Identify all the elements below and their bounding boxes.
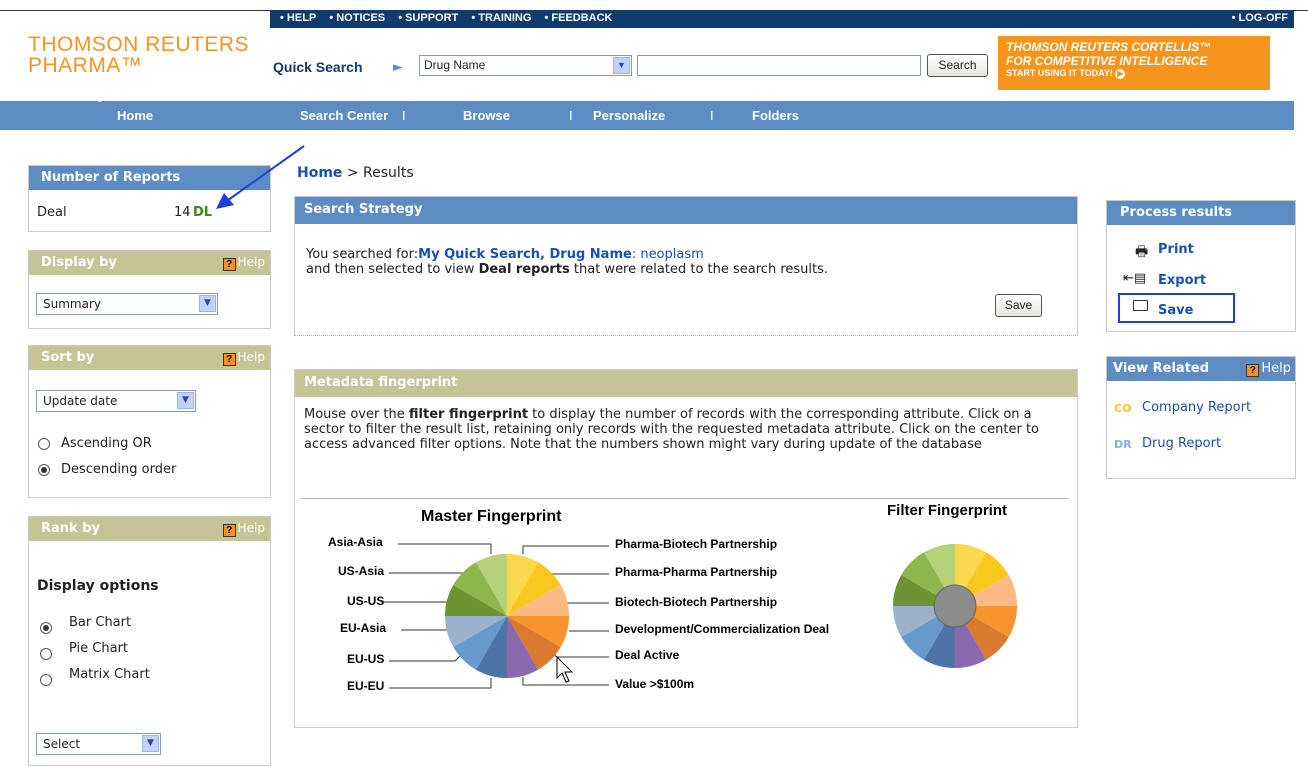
sort-by-panel: Sort by ? Help Update date ▼ Ascending OR… bbox=[28, 345, 271, 498]
support-link[interactable]: • SUPPORT bbox=[398, 12, 458, 24]
help-link[interactable]: • HELP bbox=[280, 12, 316, 24]
master-fingerprint-pie[interactable] bbox=[445, 554, 569, 678]
play-arrow-icon: ► bbox=[393, 60, 403, 75]
nav-personalize[interactable]: Personalize bbox=[593, 108, 665, 123]
nav-home[interactable]: Home bbox=[117, 108, 153, 123]
export-link[interactable]: Export bbox=[1158, 273, 1206, 288]
descending-label: Descending order bbox=[61, 462, 177, 477]
training-link[interactable]: • TRAINING bbox=[471, 12, 531, 24]
pie-chart-label: Pie Chart bbox=[69, 641, 129, 656]
save-search-button[interactable]: Save bbox=[995, 294, 1042, 317]
search-field-value: Drug Name bbox=[424, 58, 486, 72]
promo-line-1: THOMSON REUTERS CORTELLIS™ bbox=[1006, 40, 1212, 54]
pie-chart-radio[interactable] bbox=[40, 648, 52, 660]
descending-radio[interactable] bbox=[38, 464, 50, 476]
fingerprint-graphics bbox=[381, 543, 1017, 689]
rank-by-help[interactable]: ? Help bbox=[222, 521, 265, 537]
promo-line-2: FOR COMPETITIVE INTELLIGENCE bbox=[1006, 54, 1208, 68]
cursor-icon bbox=[556, 655, 574, 683]
nav-folders[interactable]: Folders bbox=[752, 108, 799, 123]
chevron-down-icon[interactable]: ▼ bbox=[613, 57, 630, 74]
view-related-panel: View Related ? Help CO Company Report DR … bbox=[1106, 356, 1296, 479]
display-by-help[interactable]: ? Help bbox=[222, 255, 265, 271]
view-related-help[interactable]: ? Help bbox=[1246, 361, 1291, 377]
display-by-title: Display by ? Help bbox=[29, 251, 270, 275]
deal-report-code[interactable]: DL bbox=[193, 205, 212, 220]
drug-report-link[interactable]: Drug Report bbox=[1142, 436, 1221, 451]
breadcrumb-home-link[interactable]: Home bbox=[297, 165, 342, 181]
rank-by-title: Rank by ? Help bbox=[29, 517, 270, 541]
home-marker: ‾ bbox=[98, 101, 102, 112]
display-by-panel: Display by ? Help Summary ▼ bbox=[28, 250, 271, 329]
company-report-link[interactable]: Company Report bbox=[1142, 400, 1251, 415]
nav-search-center[interactable]: Search Center bbox=[300, 108, 388, 123]
matrix-chart-label: Matrix Chart bbox=[69, 667, 150, 682]
metadata-fingerprint-section: Metadata fingerprint Mouse over the filt… bbox=[294, 369, 1078, 728]
arrow-circle-icon: ▶ bbox=[1115, 69, 1126, 79]
help-icon: ? bbox=[222, 524, 236, 537]
ascending-radio[interactable] bbox=[38, 438, 50, 450]
logoff-link[interactable]: • LOG-OFF bbox=[1232, 12, 1288, 24]
quick-search-label: Quick Search bbox=[273, 59, 363, 75]
cortellis-promo-banner[interactable]: THOMSON REUTERS CORTELLIS™ FOR COMPETITI… bbox=[998, 36, 1270, 90]
report-type: Deal bbox=[37, 205, 67, 220]
save-results-link[interactable]: Save bbox=[1158, 303, 1193, 318]
bar-chart-radio[interactable] bbox=[40, 622, 52, 634]
promo-cta: START USING IT TODAY! ▶ bbox=[1006, 68, 1126, 79]
sort-by-title: Sort by ? Help bbox=[29, 346, 270, 370]
search-strategy-title: Search Strategy bbox=[295, 197, 1077, 224]
thomson-reuters-pharma-logo[interactable]: THOMSON REUTERS PHARMA™ bbox=[28, 34, 249, 76]
sort-by-help[interactable]: ? Help bbox=[222, 350, 265, 366]
view-related-title: View Related ? Help bbox=[1107, 357, 1295, 381]
logo-line-2: PHARMA™ bbox=[28, 54, 143, 77]
help-icon: ? bbox=[222, 258, 236, 271]
feedback-link[interactable]: • FEEDBACK bbox=[544, 12, 612, 24]
drug-code-badge: DR bbox=[1114, 438, 1132, 451]
chevron-down-icon: ▼ bbox=[177, 392, 194, 409]
help-icon: ? bbox=[1246, 364, 1260, 377]
display-options-title: Display options bbox=[37, 578, 159, 594]
matrix-chart-radio[interactable] bbox=[40, 674, 52, 686]
printer-icon: 🖶 bbox=[1135, 244, 1149, 260]
my-quick-search-link[interactable]: My Quick Search, Drug Name bbox=[418, 247, 632, 262]
search-strategy-text: You searched for:My Quick Search, Drug N… bbox=[306, 247, 829, 277]
folder-icon bbox=[1133, 300, 1148, 311]
filter-fingerprint-pie[interactable] bbox=[893, 544, 1017, 668]
process-results-panel: Process results 🖶 Print ⇤▤ Export Save bbox=[1106, 200, 1296, 332]
report-count: 14 bbox=[174, 205, 191, 220]
top-utility-bar: • HELP • NOTICES • SUPPORT • TRAINING • … bbox=[270, 10, 1294, 28]
display-by-select[interactable]: Summary ▼ bbox=[36, 293, 218, 315]
nav-separator: I bbox=[710, 108, 714, 123]
company-code-badge: CO bbox=[1114, 402, 1132, 415]
logo-line-1: THOMSON REUTERS bbox=[28, 33, 250, 56]
filter-center-button[interactable] bbox=[933, 584, 977, 628]
nav-browse[interactable]: Browse bbox=[463, 108, 510, 123]
breadcrumb: Home > Results bbox=[297, 165, 414, 181]
rank-by-panel: Rank by ? Help Display options Bar Chart … bbox=[28, 516, 271, 766]
nav-separator: I bbox=[402, 108, 406, 123]
chevron-down-icon: ▼ bbox=[199, 295, 216, 312]
export-icon: ⇤▤ bbox=[1123, 271, 1147, 286]
ascending-label: Ascending OR bbox=[61, 436, 152, 451]
quick-search-input[interactable] bbox=[637, 55, 921, 76]
main-navigation: ‾ Home Search Center I Browse I Personal… bbox=[0, 101, 1294, 130]
nav-separator: I bbox=[569, 108, 573, 123]
rank-select[interactable]: Select ▼ bbox=[36, 733, 161, 755]
search-button[interactable]: Search bbox=[927, 54, 988, 77]
sort-by-select[interactable]: Update date ▼ bbox=[36, 390, 196, 412]
process-results-title: Process results bbox=[1107, 201, 1295, 225]
notices-link[interactable]: • NOTICES bbox=[329, 12, 385, 24]
help-icon: ? bbox=[222, 353, 236, 366]
bar-chart-label: Bar Chart bbox=[69, 615, 132, 630]
search-field-select[interactable]: Drug Name ▼ bbox=[419, 55, 632, 76]
breadcrumb-current: > Results bbox=[346, 165, 414, 181]
chevron-down-icon: ▼ bbox=[142, 735, 159, 752]
print-link[interactable]: Print bbox=[1158, 242, 1194, 257]
search-strategy-section: Search Strategy You searched for:My Quic… bbox=[294, 196, 1078, 336]
neoplasm-link[interactable]: : neoplasm bbox=[632, 247, 704, 262]
